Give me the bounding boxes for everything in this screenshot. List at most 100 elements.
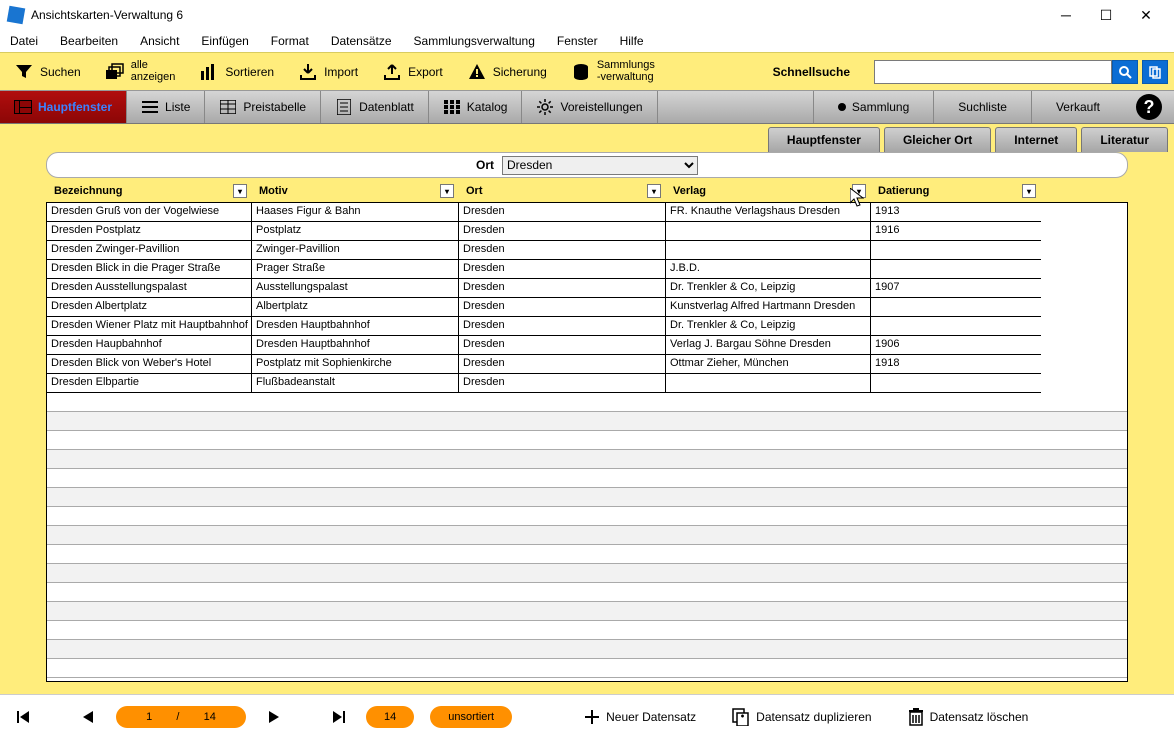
- table-row[interactable]: Dresden Blick von Weber's HotelPostplatz…: [47, 355, 1127, 374]
- filter-dd-verlag[interactable]: ▾: [852, 184, 866, 198]
- menu-bearbeiten[interactable]: Bearbeiten: [56, 32, 122, 50]
- tab-liste[interactable]: Liste: [127, 91, 205, 123]
- cell: [871, 317, 1041, 336]
- tab-datenblatt[interactable]: Datenblatt: [321, 91, 429, 123]
- cell: Haases Figur & Bahn: [252, 203, 459, 222]
- search-copy-button[interactable]: [1142, 60, 1168, 84]
- export-button[interactable]: Export: [382, 62, 443, 82]
- table-header: Bezeichnung▾ Motiv▾ Ort▾ Verlag▾ Datieru…: [46, 180, 1128, 202]
- table-row[interactable]: Dresden AlbertplatzAlbertplatzDresdenKun…: [47, 298, 1127, 317]
- menu-fenster[interactable]: Fenster: [553, 32, 602, 50]
- loeschen-button[interactable]: Datensatz löschen: [908, 708, 1029, 726]
- toolbar: Suchen alle anzeigen Sortieren Import Ex…: [0, 52, 1174, 90]
- menu-datensaetze[interactable]: Datensätze: [327, 32, 396, 50]
- cell: Ausstellungspalast: [252, 279, 459, 298]
- subtab-internet[interactable]: Internet: [995, 127, 1077, 152]
- stack-icon: [105, 62, 125, 82]
- schnellsuche-label: Schnellsuche: [773, 65, 850, 79]
- empty-row: [47, 621, 1127, 640]
- suchen-button[interactable]: Suchen: [14, 62, 81, 82]
- col-motiv: Motiv▾: [251, 184, 458, 198]
- cell: Dresden: [459, 298, 666, 317]
- menu-einfuegen[interactable]: Einfügen: [197, 32, 252, 50]
- menu-sammlung[interactable]: Sammlungsverwaltung: [410, 32, 539, 50]
- minimize-button[interactable]: ─: [1046, 0, 1086, 30]
- tab-preistabelle[interactable]: Preistabelle: [205, 91, 321, 123]
- help-button[interactable]: ?: [1124, 91, 1174, 123]
- nav-next-button[interactable]: [262, 705, 286, 729]
- nav-prev-button[interactable]: [76, 705, 100, 729]
- cell: Dresden Blick in die Prager Straße: [47, 260, 252, 279]
- table-row[interactable]: Dresden Wiener Platz mit HauptbahnhofDre…: [47, 317, 1127, 336]
- empty-row: [47, 526, 1127, 545]
- sicherung-button[interactable]: Sicherung: [467, 62, 547, 82]
- tab-voreinstellungen[interactable]: Voreistellungen: [522, 91, 657, 123]
- subtab-literatur[interactable]: Literatur: [1081, 127, 1168, 152]
- cell: Dresden Elbpartie: [47, 374, 252, 393]
- menu-ansicht[interactable]: Ansicht: [136, 32, 183, 50]
- table-row[interactable]: Dresden PostplatzPostplatzDresden1916: [47, 222, 1127, 241]
- copy-icon: [1148, 65, 1162, 79]
- tab-katalog[interactable]: Katalog: [429, 91, 523, 123]
- subtab-hauptfenster[interactable]: Hauptfenster: [768, 127, 880, 152]
- alle-anzeigen-button[interactable]: alle anzeigen: [105, 60, 176, 83]
- cell: [871, 241, 1041, 260]
- search-go-button[interactable]: [1112, 60, 1138, 84]
- table-row[interactable]: Dresden Gruß von der VogelwieseHaases Fi…: [47, 203, 1127, 222]
- menu-datei[interactable]: Datei: [6, 32, 42, 50]
- import-button[interactable]: Import: [298, 62, 358, 82]
- close-button[interactable]: ✕: [1126, 0, 1166, 30]
- table-row[interactable]: Dresden Zwinger-PavillionZwinger-Pavilli…: [47, 241, 1127, 260]
- count-pill: 14: [366, 706, 414, 728]
- tab-sammlung[interactable]: Sammlung: [813, 91, 933, 123]
- tab-suchliste[interactable]: Suchliste: [933, 91, 1031, 123]
- tab-hauptfenster[interactable]: Hauptfenster: [0, 91, 127, 123]
- nav-first-button[interactable]: [12, 705, 36, 729]
- cell: Kunstverlag Alfred Hartmann Dresden: [666, 298, 871, 317]
- import-icon: [298, 62, 318, 82]
- menubar: Datei Bearbeiten Ansicht Einfügen Format…: [0, 30, 1174, 52]
- empty-row: [47, 412, 1127, 431]
- cell: Dresden Hauptbahnhof: [252, 336, 459, 355]
- filter-dd-datierung[interactable]: ▾: [1022, 184, 1036, 198]
- cell: 1916: [871, 222, 1041, 241]
- duplicate-icon: [732, 708, 750, 726]
- menu-format[interactable]: Format: [267, 32, 313, 50]
- tab-verkauft[interactable]: Verkauft: [1031, 91, 1124, 123]
- cell: Verlag J. Bargau Söhne Dresden: [666, 336, 871, 355]
- filter-dd-bezeichnung[interactable]: ▾: [233, 184, 247, 198]
- table-row[interactable]: Dresden ElbpartieFlußbadeanstaltDresden: [47, 374, 1127, 393]
- empty-row: [47, 507, 1127, 526]
- cell: Zwinger-Pavillion: [252, 241, 459, 260]
- neuer-datensatz-button[interactable]: Neuer Datensatz: [584, 709, 696, 725]
- table-row[interactable]: Dresden Blick in die Prager StraßePrager…: [47, 260, 1127, 279]
- schnellsuche-input[interactable]: [874, 60, 1112, 84]
- cell: Dresden Zwinger-Pavillion: [47, 241, 252, 260]
- ort-select[interactable]: Dresden: [502, 156, 698, 175]
- cell: Dresden: [459, 336, 666, 355]
- menu-hilfe[interactable]: Hilfe: [616, 32, 648, 50]
- nav-last-button[interactable]: [326, 705, 350, 729]
- cell: Ottmar Zieher, München: [666, 355, 871, 374]
- cell: 1906: [871, 336, 1041, 355]
- subtab-gleicher-ort[interactable]: Gleicher Ort: [884, 127, 991, 152]
- maximize-button[interactable]: ☐: [1086, 0, 1126, 30]
- table-row[interactable]: Dresden HaupbahnhofDresden HauptbahnhofD…: [47, 336, 1127, 355]
- table-body: Dresden Gruß von der VogelwieseHaases Fi…: [46, 202, 1128, 682]
- col-ort: Ort▾: [458, 184, 665, 198]
- filter-dd-ort[interactable]: ▾: [647, 184, 661, 198]
- filter-dd-motiv[interactable]: ▾: [440, 184, 454, 198]
- cell: Dresden Postplatz: [47, 222, 252, 241]
- cell: Dresden: [459, 374, 666, 393]
- cell: FR. Knauthe Verlagshaus Dresden: [666, 203, 871, 222]
- duplizieren-button[interactable]: Datensatz duplizieren: [732, 708, 871, 726]
- table-row[interactable]: Dresden AusstellungspalastAusstellungspa…: [47, 279, 1127, 298]
- sort-pill[interactable]: unsortiert: [430, 706, 512, 728]
- cell: Dr. Trenkler & Co, Leipzig: [666, 279, 871, 298]
- list-icon: [141, 98, 159, 116]
- sortieren-button[interactable]: Sortieren: [199, 62, 274, 82]
- empty-row: [47, 545, 1127, 564]
- sammlungsverwaltung-button[interactable]: Sammlungs -verwaltung: [571, 60, 655, 83]
- cell: Prager Straße: [252, 260, 459, 279]
- cell: Dresden Ausstellungspalast: [47, 279, 252, 298]
